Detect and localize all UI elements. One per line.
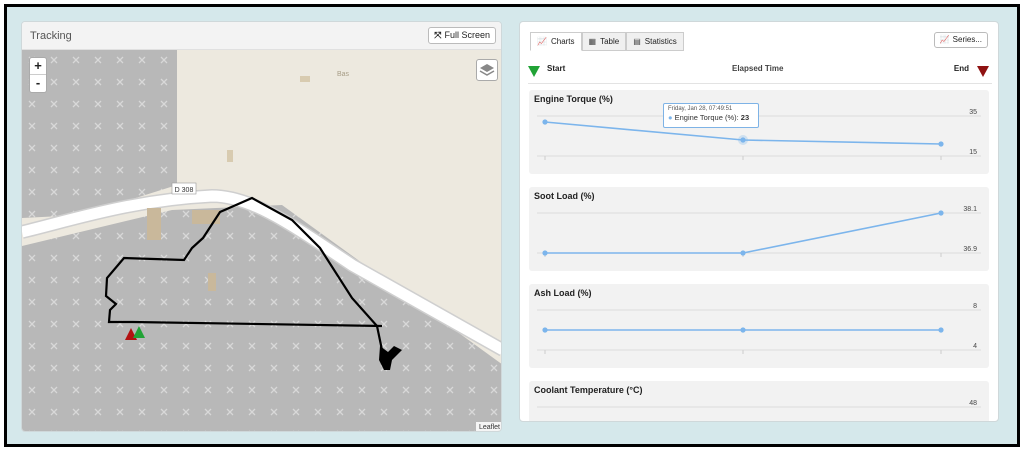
building — [147, 208, 161, 240]
timeline-bar: Start Elapsed Time End — [528, 60, 992, 84]
data-point — [740, 327, 746, 333]
chart-plot[interactable]: 38.1 36.9 — [529, 187, 989, 271]
zoom-out-button[interactable]: - — [30, 75, 46, 92]
data-point — [740, 250, 746, 256]
tab-label: Table — [600, 37, 620, 46]
layers-icon — [479, 64, 495, 76]
series-line — [545, 212, 942, 254]
chart-card: Ash Load (%) 84 — [529, 284, 989, 368]
data-point — [938, 210, 944, 216]
chart-card: Soot Load (%) 38.1 36.9 — [529, 187, 989, 271]
building — [227, 150, 233, 162]
y-tick-label: 38.1 — [963, 206, 977, 213]
data-point — [740, 137, 746, 143]
tab-table[interactable]: ▦ Table — [581, 32, 627, 51]
end-flag-icon[interactable] — [977, 66, 989, 77]
zoom-control: + - — [29, 57, 47, 93]
series-dot-icon: ● — [668, 113, 673, 122]
line-chart-icon: 📈 — [537, 37, 547, 46]
y-tick-label: 36.9 — [963, 246, 977, 253]
timeline-end-label: End — [953, 64, 969, 73]
data-point — [542, 327, 548, 333]
data-point — [938, 141, 944, 147]
map-canvas[interactable]: D 308 Bas — [22, 50, 502, 432]
chart-plot[interactable]: 48 — [529, 381, 989, 422]
building — [300, 76, 310, 82]
series-button[interactable]: 📈 Series... — [933, 32, 988, 48]
y-tick-label: 4 — [973, 343, 977, 350]
data-point — [542, 119, 548, 125]
series-button-label: Series... — [952, 35, 982, 44]
tooltip-date: Friday, Jan 28, 07:49:51 — [668, 106, 733, 112]
chart-plot[interactable]: 35 15 — [529, 90, 989, 174]
charts-panel: 📈 Charts ▦ Table ▤ Statistics 📈 Series..… — [519, 21, 999, 422]
dashboard-background: Tracking ⤧ Full Screen D 308 Bas + - Lea… — [7, 7, 1017, 444]
tab-charts[interactable]: 📈 Charts — [530, 32, 582, 51]
grid-icon: ▦ — [588, 37, 597, 46]
map-attribution[interactable]: Leaflet — [475, 422, 501, 431]
y-tick-label: 48 — [969, 400, 977, 407]
tooltip-value-row: ● Engine Torque (%): 23 — [668, 113, 754, 122]
start-flag-icon[interactable] — [528, 66, 540, 77]
timeline-elapsed-label: Elapsed Time — [732, 64, 784, 73]
full-screen-button[interactable]: ⤧ Full Screen — [428, 27, 496, 44]
full-screen-label: Full Screen — [444, 30, 490, 40]
tracking-header: Tracking ⤧ Full Screen — [22, 22, 501, 50]
window-frame: Tracking ⤧ Full Screen D 308 Bas + - Lea… — [4, 4, 1020, 447]
tooltip-value: 23 — [740, 113, 750, 122]
chart-card: Coolant Temperature (°C) 48 — [529, 381, 989, 422]
road-label: D 308 — [175, 187, 194, 194]
chart-plot[interactable]: 84 — [529, 284, 989, 368]
tracking-panel: Tracking ⤧ Full Screen D 308 Bas + - Lea… — [21, 21, 502, 432]
y-tick-label: 8 — [973, 303, 977, 310]
zoom-in-button[interactable]: + — [30, 58, 46, 75]
data-point — [542, 250, 548, 256]
tab-label: Statistics — [644, 37, 677, 46]
data-point — [938, 327, 944, 333]
chart-card: Engine Torque (%) 35 15 Friday, Jan 28, 0… — [529, 90, 989, 174]
chart-tooltip: Friday, Jan 28, 07:49:51 ● Engine Torque… — [663, 103, 759, 128]
place-label: Bas — [337, 71, 350, 78]
tracking-map[interactable]: D 308 Bas + - Leaflet — [22, 50, 502, 432]
tab-statistics[interactable]: ▤ Statistics — [626, 32, 684, 51]
y-tick-label: 15 — [969, 149, 977, 156]
calculator-icon: ▤ — [633, 37, 641, 46]
tab-label: Charts — [550, 37, 575, 46]
tooltip-series: Engine Torque (%): — [674, 113, 741, 122]
timeline-start-label: Start — [547, 64, 566, 73]
building — [208, 273, 216, 291]
y-tick-label: 35 — [969, 109, 977, 116]
expand-icon: ⤧ — [434, 30, 442, 40]
view-tabs: 📈 Charts ▦ Table ▤ Statistics — [530, 32, 684, 51]
layers-button[interactable] — [476, 59, 498, 81]
line-chart-icon: 📈 — [939, 35, 950, 44]
tracking-title: Tracking — [30, 30, 72, 42]
